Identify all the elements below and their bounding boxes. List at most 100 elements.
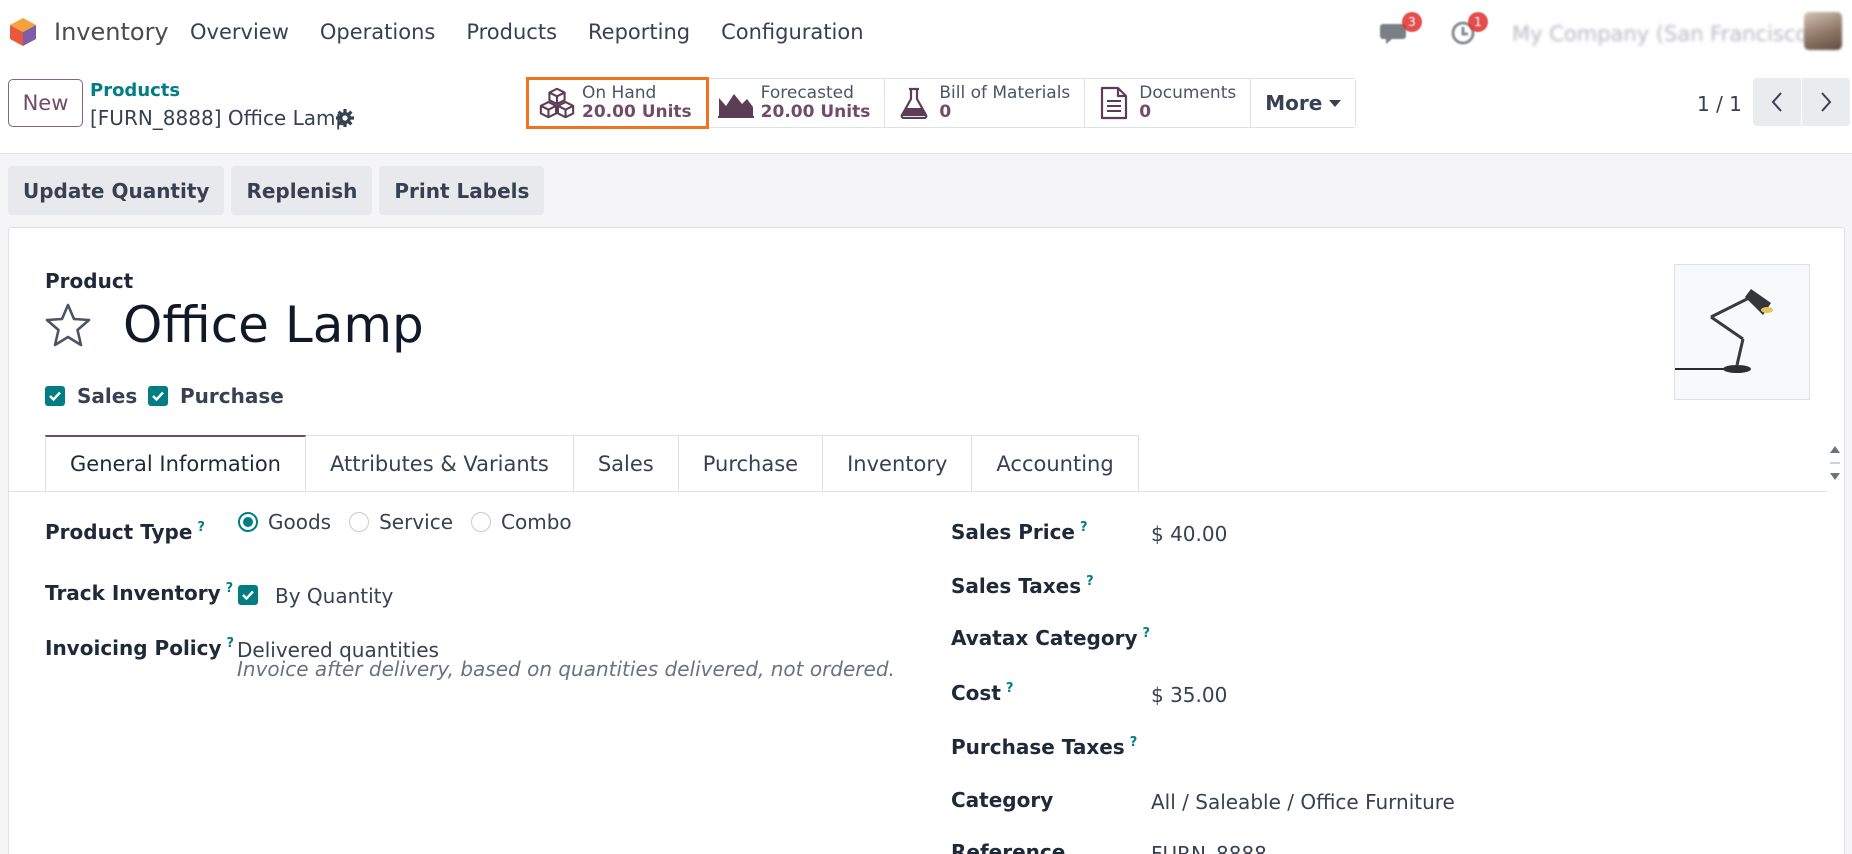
product-name[interactable]: Office Lamp (123, 296, 424, 354)
reference-value[interactable]: FURN_8888 (1151, 842, 1267, 854)
radio-empty-icon (471, 512, 492, 532)
main-menu: Overview Operations Products Reporting C… (190, 20, 895, 44)
bom-value: 0 (939, 102, 952, 122)
tab-attributes-variants[interactable]: Attributes & Variants (306, 435, 574, 492)
help-icon[interactable]: ? (197, 520, 205, 535)
help-icon[interactable]: ? (227, 636, 235, 651)
documents-value: 0 (1139, 102, 1152, 122)
star-icon[interactable] (44, 302, 92, 348)
top-navbar: Inventory Overview Operations Products R… (0, 0, 1852, 64)
user-avatar[interactable] (1804, 12, 1842, 50)
documents-label: Documents (1139, 83, 1237, 103)
tab-accounting[interactable]: Accounting (972, 435, 1139, 492)
purchase-checkbox-label: Purchase (180, 384, 284, 408)
bill-of-materials-button[interactable]: Bill of Materials 0 (885, 79, 1086, 127)
gear-icon[interactable] (335, 108, 355, 128)
form-tabs: General Information Attributes & Variant… (45, 435, 1139, 492)
checkbox-checked-icon (242, 590, 254, 601)
activities-badge: 1 (1468, 12, 1488, 32)
category-value[interactable]: All / Saleable / Office Furniture (1151, 790, 1455, 814)
activities-button[interactable]: 1 (1450, 12, 1488, 50)
cost-value[interactable]: $ 35.00 (1151, 683, 1227, 707)
avatax-category-field[interactable] (1151, 620, 1751, 656)
forecasted-value: 20.00 Units (760, 102, 871, 122)
breadcrumb-products[interactable]: Products (90, 80, 180, 101)
bom-label: Bill of Materials (939, 83, 1071, 103)
tab-sales[interactable]: Sales (573, 435, 679, 492)
scroll-arrows-icon[interactable] (1829, 444, 1841, 482)
form-sheet: Product Office Lamp Sales Purchase Gener… (8, 227, 1845, 854)
purchase-taxes-field[interactable] (1151, 729, 1751, 765)
inventory-app-icon[interactable] (9, 17, 37, 47)
on-hand-value: 20.00 Units (582, 102, 692, 122)
new-button[interactable]: New (8, 79, 83, 127)
sales-price-value[interactable]: $ 40.00 (1151, 522, 1227, 546)
track-inventory-checkbox[interactable] (238, 585, 258, 605)
purchase-taxes-label: Purchase Taxes? (951, 735, 1138, 759)
tab-general-information[interactable]: General Information (45, 435, 306, 492)
radio-goods-label: Goods (268, 510, 332, 534)
chevron-left-icon (1771, 92, 1782, 112)
radio-service-label: Service (379, 510, 454, 534)
sales-taxes-field[interactable] (1151, 568, 1751, 604)
pager-value[interactable]: 1 / 1 (1697, 92, 1742, 116)
help-icon[interactable]: ? (1142, 626, 1150, 641)
more-label: More (1265, 91, 1323, 115)
checkbox-checked-icon (148, 386, 168, 406)
track-inventory-label: Track Inventory? (45, 581, 234, 605)
cubes-icon (538, 85, 576, 121)
product-type-label: Product Type? (45, 520, 205, 544)
sales-checkbox[interactable]: Sales (45, 384, 137, 408)
chevron-right-icon (1821, 92, 1832, 112)
replenish-button[interactable]: Replenish (231, 166, 373, 215)
radio-goods[interactable]: Goods (238, 510, 331, 534)
more-dropdown[interactable]: More (1251, 79, 1356, 127)
file-text-icon (1095, 85, 1133, 121)
help-icon[interactable]: ? (1080, 520, 1088, 535)
checkbox-checked-icon (45, 386, 65, 406)
messages-badge: 3 (1402, 12, 1422, 32)
control-panel: New Products [FURN_8888] Office Lamp On (0, 64, 1852, 154)
product-label: Product (45, 269, 134, 293)
sales-checkbox-label: Sales (77, 384, 138, 408)
help-icon[interactable]: ? (1006, 681, 1014, 696)
menu-overview[interactable]: Overview (190, 20, 289, 44)
radio-combo[interactable]: Combo (471, 510, 572, 534)
on-hand-button[interactable]: On Hand 20.00 Units (526, 77, 709, 129)
print-labels-button[interactable]: Print Labels (379, 166, 545, 215)
menu-configuration[interactable]: Configuration (721, 20, 863, 44)
reference-label: Reference (951, 840, 1066, 854)
pager-next-button[interactable] (1802, 78, 1850, 126)
invoicing-policy-label: Invoicing Policy? (45, 636, 235, 660)
caret-down-icon (1329, 99, 1342, 107)
menu-reporting[interactable]: Reporting (588, 20, 690, 44)
tab-inventory[interactable]: Inventory (823, 435, 973, 492)
company-switcher[interactable]: My Company (San Francisco) (1512, 22, 1816, 46)
documents-button[interactable]: Documents 0 (1085, 79, 1252, 127)
messages-button[interactable]: 3 (1380, 12, 1422, 48)
sales-price-label: Sales Price? (951, 520, 1088, 544)
menu-products[interactable]: Products (466, 20, 557, 44)
product-image[interactable] (1674, 264, 1810, 400)
radio-service[interactable]: Service (349, 510, 453, 534)
app-name[interactable]: Inventory (54, 18, 169, 46)
radio-combo-label: Combo (501, 510, 572, 534)
forecasted-button[interactable]: Forecasted 20.00 Units (706, 79, 886, 127)
action-buttons: Update Quantity Replenish Print Labels (8, 166, 545, 215)
tab-purchase[interactable]: Purchase (678, 435, 824, 492)
smart-buttons: On Hand 20.00 Units Forecasted 20.00 Uni… (526, 77, 1357, 129)
help-icon[interactable]: ? (1086, 574, 1094, 589)
on-hand-label: On Hand (582, 83, 657, 103)
radio-selected-icon (238, 512, 258, 532)
invoicing-policy-hint: Invoice after delivery, based on quantit… (237, 657, 895, 681)
track-inventory-value[interactable]: By Quantity (275, 584, 393, 608)
update-quantity-button[interactable]: Update Quantity (8, 166, 225, 215)
menu-operations[interactable]: Operations (320, 20, 435, 44)
pager-previous-button[interactable] (1753, 78, 1801, 126)
cost-label: Cost? (951, 681, 1014, 705)
help-icon[interactable]: ? (226, 581, 234, 596)
category-label: Category (951, 788, 1054, 812)
purchase-checkbox[interactable]: Purchase (148, 384, 284, 408)
help-icon[interactable]: ? (1130, 735, 1138, 750)
forecasted-label: Forecasted (760, 83, 854, 103)
